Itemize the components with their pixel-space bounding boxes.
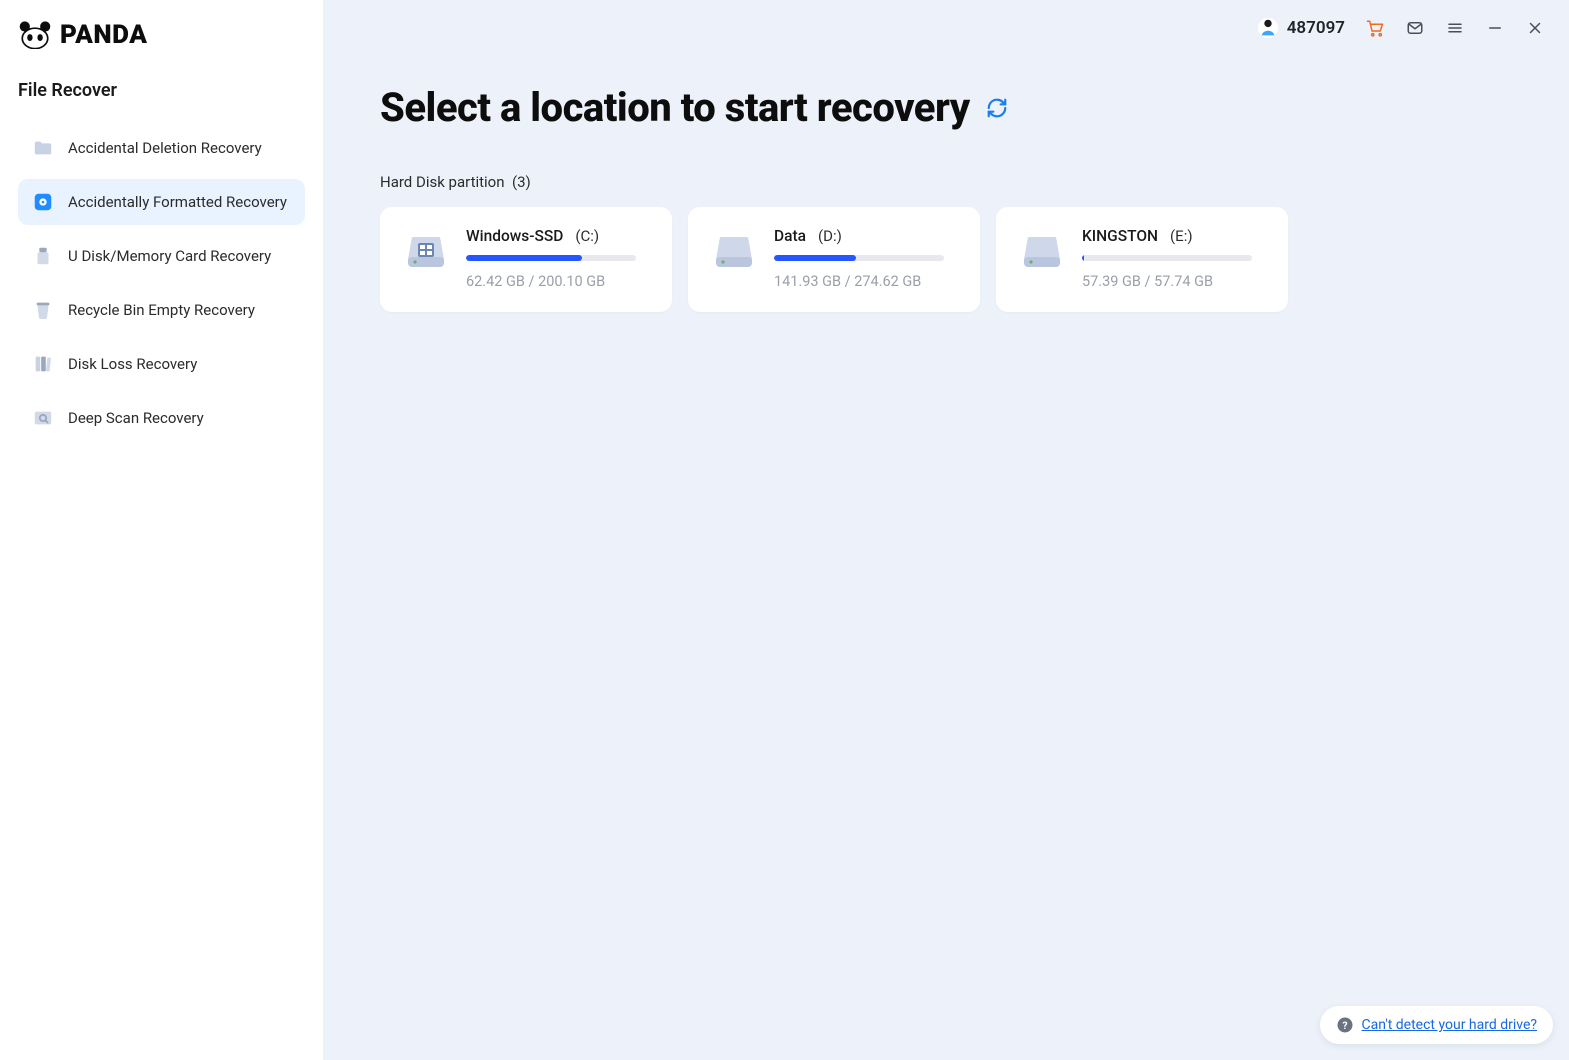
cart-icon[interactable] [1365, 18, 1385, 38]
drive-icon [1018, 227, 1066, 275]
sidebar-item-label: Disk Loss Recovery [68, 355, 197, 373]
card-body: KINGSTON (E:) 57.39 GB / 57.74 GB [1082, 227, 1266, 290]
drive-size: 141.93 GB / 274.62 GB [774, 273, 958, 290]
sidebar: PANDA File Recover Accidental Deletion R… [0, 0, 324, 1060]
drive-name: Data [774, 227, 806, 245]
drive-card-2[interactable]: KINGSTON (E:) 57.39 GB / 57.74 GB [996, 207, 1288, 312]
section-label-text: Hard Disk partition [380, 173, 505, 191]
sidebar-item-label: Deep Scan Recovery [68, 409, 204, 427]
scan-icon [32, 407, 54, 429]
avatar-icon [1257, 17, 1279, 39]
logo-text: PANDA [60, 20, 147, 50]
drive-letter: (E:) [1170, 227, 1193, 245]
drive-cards: Windows-SSD (C:) 62.42 GB / 200.10 GB Data (… [380, 207, 1513, 312]
close-icon[interactable] [1525, 18, 1545, 38]
sidebar-item-label: Accidental Deletion Recovery [68, 139, 262, 157]
drive-letter: (D:) [818, 227, 842, 245]
sidebar-nav: Accidental Deletion Recovery Accidentally… [0, 125, 323, 441]
help-pill[interactable]: ? Can't detect your hard drive? [1320, 1006, 1553, 1044]
section-label: Hard Disk partition (3) [380, 173, 1513, 191]
drive-letter: (C:) [575, 227, 599, 245]
sidebar-item-label: U Disk/Memory Card Recovery [68, 247, 271, 265]
sidebar-item-label: Accidentally Formatted Recovery [68, 193, 287, 211]
help-link[interactable]: Can't detect your hard drive? [1362, 1017, 1537, 1033]
card-body: Data (D:) 141.93 GB / 274.62 GB [774, 227, 958, 290]
drive-progress [466, 255, 636, 261]
page-title: Select a location to start recovery [380, 84, 970, 131]
trash-icon [32, 299, 54, 321]
menu-icon[interactable] [1445, 18, 1465, 38]
mail-icon[interactable] [1405, 18, 1425, 38]
usb-icon [32, 245, 54, 267]
sidebar-title: File Recover [0, 80, 323, 125]
sidebar-item-3[interactable]: Recycle Bin Empty Recovery [18, 287, 305, 333]
sidebar-item-0[interactable]: Accidental Deletion Recovery [18, 125, 305, 171]
drive-size: 57.39 GB / 57.74 GB [1082, 273, 1266, 290]
sidebar-item-5[interactable]: Deep Scan Recovery [18, 395, 305, 441]
sidebar-item-1[interactable]: Accidentally Formatted Recovery [18, 179, 305, 225]
drive-icon [710, 227, 758, 275]
sidebar-item-2[interactable]: U Disk/Memory Card Recovery [18, 233, 305, 279]
section-count: (3) [512, 173, 531, 191]
drive-progress [774, 255, 944, 261]
minimize-icon[interactable] [1485, 18, 1505, 38]
topbar: 487097 [324, 0, 1569, 56]
panda-icon [18, 21, 52, 49]
drive-name: Windows-SSD [466, 227, 563, 245]
page-title-row: Select a location to start recovery [380, 84, 1513, 131]
books-icon [32, 353, 54, 375]
card-body: Windows-SSD (C:) 62.42 GB / 200.10 GB [466, 227, 650, 290]
drive-icon [402, 227, 450, 275]
drive-card-0[interactable]: Windows-SSD (C:) 62.42 GB / 200.10 GB [380, 207, 672, 312]
content: Select a location to start recovery Hard… [324, 56, 1569, 312]
drive-card-1[interactable]: Data (D:) 141.93 GB / 274.62 GB [688, 207, 980, 312]
user-id: 487097 [1287, 18, 1345, 38]
svg-text:?: ? [1342, 1019, 1347, 1032]
sidebar-item-4[interactable]: Disk Loss Recovery [18, 341, 305, 387]
app-logo: PANDA [0, 14, 323, 80]
drive-size: 62.42 GB / 200.10 GB [466, 273, 650, 290]
refresh-icon[interactable] [986, 97, 1008, 119]
main: 487097 Select a location to start recove… [324, 0, 1569, 1060]
drive-name: KINGSTON [1082, 227, 1158, 245]
drive-progress [1082, 255, 1252, 261]
disk-blue-icon [32, 191, 54, 213]
user-info[interactable]: 487097 [1257, 17, 1345, 39]
sidebar-item-label: Recycle Bin Empty Recovery [68, 301, 255, 319]
help-icon: ? [1336, 1016, 1354, 1034]
folder-icon [32, 137, 54, 159]
